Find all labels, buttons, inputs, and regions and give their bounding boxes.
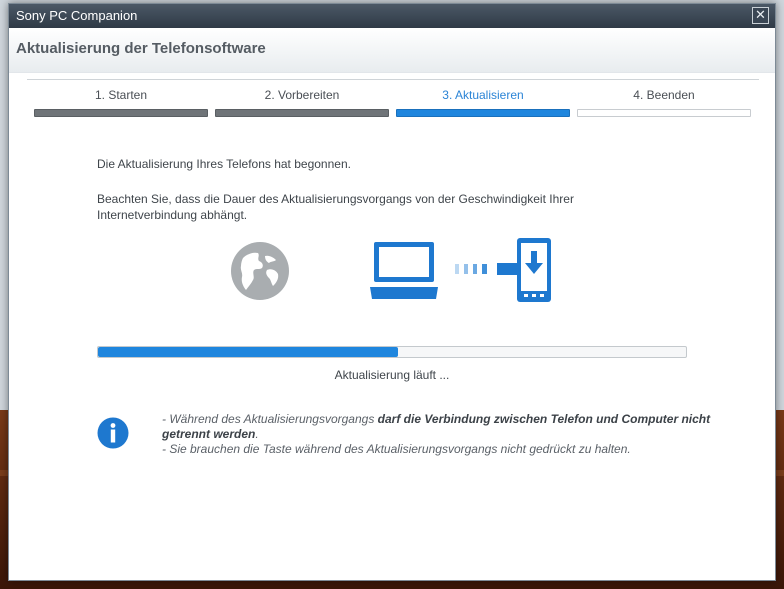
window-title: Sony PC Companion [16,8,138,23]
info-icon [97,417,129,449]
warning-notes: - Während des Aktualisierungsvorgangs da… [162,412,722,457]
title-bar: Sony PC Companion ✕ [9,4,775,28]
duration-note: Beachten Sie, dass die Dauer des Aktuali… [97,191,574,223]
page-title: Aktualisierung der Telefonsoftware [16,40,266,57]
step-label-start: 1. Starten [94,88,148,102]
steps-divider [27,79,759,80]
step-label-finish: 4. Beenden [633,88,695,102]
duration-note-line2: Internetverbindung abhängt. [97,208,248,222]
step-label-prepare: 2. Vorbereiten [264,88,340,102]
page-header: Aktualisierung der Telefonsoftware [9,28,775,73]
duration-note-line1: Beachten Sie, dass die Dauer des Aktuali… [97,192,574,206]
progress-label: Aktualisierung läuft ... [334,368,450,382]
close-button[interactable]: ✕ [752,7,769,24]
main-window: Sony PC Companion ✕ Aktualisierung der T… [8,3,776,581]
note-connection-post: . [255,427,259,441]
phone-download-icon [517,238,551,302]
step-label-update: 3. Aktualisieren [442,88,524,102]
note-connection: - Während des Aktualisierungsvorgangs da… [162,412,722,442]
transfer-dots-icon [455,263,517,275]
laptop-icon [370,242,438,299]
step-bar-start [34,109,208,117]
update-progress-fill [98,347,398,357]
note-key: - Sie brauchen die Taste während des Akt… [162,442,631,456]
update-progress-bar [97,346,687,358]
step-bar-update [396,109,570,117]
step-bar-prepare [215,109,389,117]
note-connection-pre: - Während des Aktualisierungsvorgangs [162,412,378,426]
step-bar-finish [577,109,751,117]
globe-icon [231,242,289,300]
status-message: Die Aktualisierung Ihres Telefons hat be… [97,157,351,171]
